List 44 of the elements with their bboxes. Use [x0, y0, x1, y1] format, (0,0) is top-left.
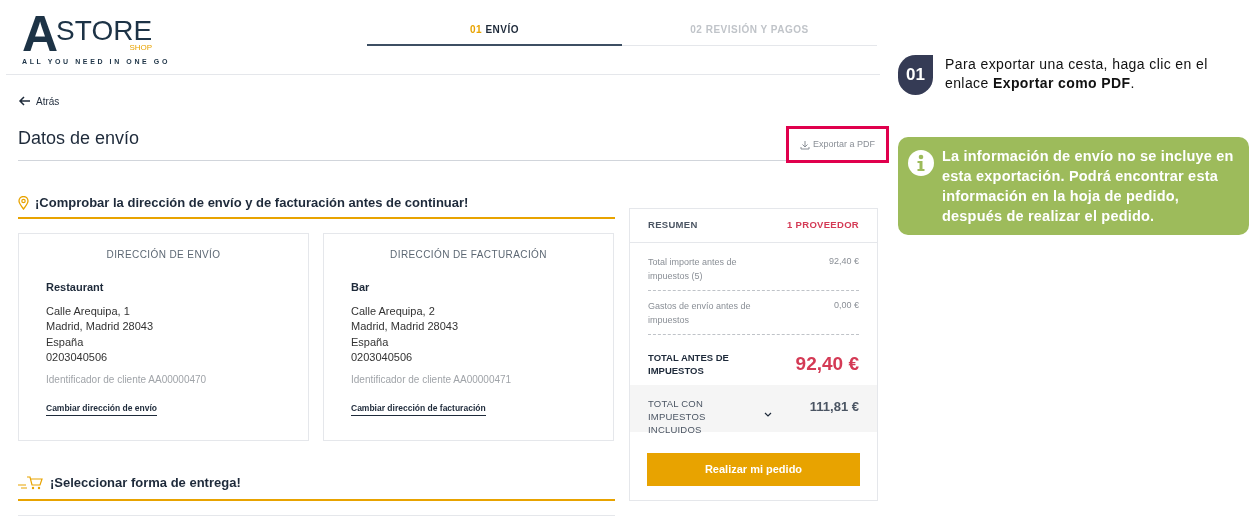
- supplier-count: 1 PROVEEDOR: [787, 218, 859, 233]
- total-value: 92,40 €: [795, 351, 859, 376]
- address-line: Madrid, Madrid 28043: [351, 319, 459, 334]
- address-name: Bar: [351, 280, 371, 295]
- address-line: España: [46, 334, 85, 350]
- callout-text: Para exportar una cesta, haga clic en el enlace Exportar como PDF.: [945, 55, 1209, 93]
- card-heading: DIRECCIÓN DE ENVÍO: [105, 247, 222, 262]
- address-line: Calle Arequipa, 2: [351, 303, 436, 319]
- summary-label: Gastos de envío antes de impuestos: [648, 300, 752, 327]
- customer-id: Identificador de cliente AA00000470: [46, 372, 208, 387]
- summary-value: 0,00 €: [833, 299, 859, 312]
- summary-title: RESUMEN: [648, 218, 698, 233]
- customer-id: Identificador de cliente AA00000471: [351, 372, 513, 387]
- address-line: Calle Arequipa, 1: [46, 303, 131, 319]
- logo-mark: A: [22, 14, 57, 54]
- change-address-link[interactable]: Cambiar dirección de envío: [46, 401, 157, 417]
- card-heading: DIRECCIÓN DE FACTURACIÓN: [389, 247, 548, 262]
- tax-total-label: TOTAL CON IMPUESTOS INCLUIDOS: [648, 397, 707, 436]
- location-pin-icon: [18, 196, 29, 210]
- address-line: 0203040506: [46, 350, 109, 365]
- back-link[interactable]: Atrás: [18, 93, 60, 109]
- section-title: ¡Comprobar la dirección de envío y de facturación antes de continuar!: [35, 194, 469, 213]
- page-title: Datos de envío: [18, 127, 140, 150]
- summary-value: 92,40 €: [828, 255, 859, 268]
- step-number-badge: 01: [898, 55, 933, 95]
- logo-subtitle: SHOP: [129, 42, 153, 54]
- change-address-link[interactable]: Cambiar dirección de facturación: [351, 401, 486, 417]
- address-line: 0203040506: [351, 350, 414, 365]
- address-line: Madrid, Madrid 28043: [46, 319, 154, 334]
- step-tab[interactable]: 01 ENVÍO: [367, 22, 622, 46]
- note-text: La información de envío no se incluye en esta exportación. Podrá encontrar esta información en la hoja de pedido, después de realizar el pedido.: [942, 147, 1235, 226]
- export-pdf-link[interactable]: Exportar a PDF: [785, 125, 889, 164]
- back-arrow-icon: [18, 96, 31, 106]
- address-name: Restaurant: [46, 280, 105, 295]
- download-icon: [799, 139, 810, 150]
- tax-total-value: 111,81 €: [809, 398, 859, 416]
- chevron-down-icon[interactable]: [764, 412, 772, 417]
- cart-icon: [18, 476, 44, 490]
- logo-name: STORE: [56, 20, 153, 42]
- info-icon: [908, 150, 934, 176]
- summary-label: Total importe antes de impuestos (5): [648, 256, 738, 283]
- address-line: España: [351, 334, 390, 350]
- total-label: TOTAL ANTES DE IMPUESTOS: [648, 351, 730, 377]
- section-title: ¡Seleccionar forma de entrega!: [50, 474, 241, 493]
